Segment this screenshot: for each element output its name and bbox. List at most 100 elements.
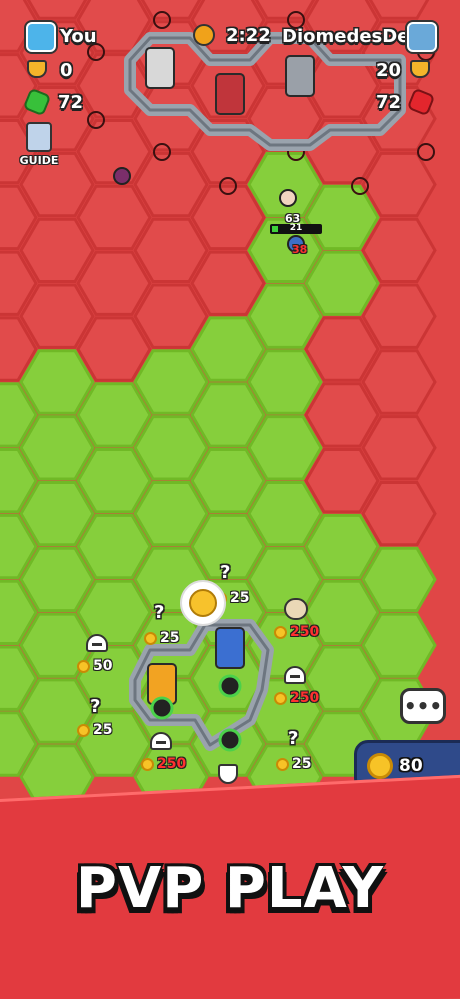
- hex-tile[interactable]: [304, 250, 380, 316]
- progress-ring: [218, 674, 242, 698]
- slot-cost[interactable]: 250: [141, 756, 186, 772]
- hex-tile[interactable]: [361, 415, 437, 481]
- enemy-cannon[interactable]: [285, 55, 315, 97]
- shield-crest-icon[interactable]: [218, 764, 238, 784]
- hex-tile[interactable]: [190, 250, 266, 316]
- slot-cost-value: 50: [93, 658, 113, 674]
- hex-tile[interactable]: [133, 217, 209, 283]
- slot-cost[interactable]: 250: [274, 624, 319, 640]
- unknown-slot-icon[interactable]: ?: [220, 562, 230, 583]
- coin-icon: [367, 753, 393, 779]
- chat-button-dots: •••: [403, 694, 443, 718]
- hex-tile[interactable]: [19, 283, 95, 349]
- hex-tile[interactable]: [76, 250, 152, 316]
- ally-health-bar: 21: [270, 223, 322, 234]
- hex-tile[interactable]: [247, 415, 323, 481]
- hex-tile[interactable]: [76, 513, 152, 580]
- ally-hp-value: 21: [289, 223, 303, 233]
- slot-cost[interactable]: 50: [77, 658, 112, 674]
- hex-tile[interactable]: [247, 349, 323, 415]
- hex-tile[interactable]: [361, 283, 437, 349]
- player-tower[interactable]: [215, 627, 245, 669]
- helmet-icon[interactable]: [86, 634, 108, 652]
- hex-tile[interactable]: [133, 415, 209, 481]
- unknown-slot-icon[interactable]: ?: [90, 696, 100, 717]
- clipboard-icon: [26, 122, 52, 152]
- hex-tile[interactable]: [190, 382, 266, 448]
- slot-cost-value: 25: [160, 630, 180, 646]
- slot-cost-value: 250: [290, 624, 320, 640]
- progress-ring: [218, 728, 242, 752]
- hex-tile[interactable]: [190, 316, 266, 382]
- player-gems: 72: [58, 92, 84, 113]
- hex-tile[interactable]: [133, 283, 209, 349]
- coin-icon: [144, 631, 157, 645]
- hex-tiles[interactable]: [0, 0, 437, 810]
- guide-button[interactable]: GUIDE: [18, 122, 60, 170]
- hex-tile[interactable]: [133, 349, 209, 415]
- hex-tile[interactable]: [304, 382, 380, 448]
- opponent-trophies: 20: [376, 60, 402, 81]
- hex-tile[interactable]: [361, 546, 437, 613]
- hex-tile[interactable]: [190, 448, 266, 514]
- stopwatch-icon: [193, 24, 215, 46]
- hex-tile[interactable]: [76, 316, 152, 382]
- coin-icon: [274, 691, 287, 705]
- enemy-soldier[interactable]: [279, 189, 297, 207]
- chat-button[interactable]: •••: [400, 688, 446, 724]
- slot-cost[interactable]: 25: [144, 630, 179, 646]
- hex-tile[interactable]: [304, 513, 380, 580]
- enemy-unit[interactable]: [113, 167, 131, 185]
- hex-tile[interactable]: [361, 612, 437, 678]
- opponent-avatar: [407, 22, 437, 52]
- slot-cost[interactable]: 25: [276, 756, 311, 772]
- hex-tile[interactable]: [190, 184, 266, 251]
- hex-tile[interactable]: [76, 184, 152, 251]
- enemy-tower[interactable]: [215, 73, 245, 115]
- hex-tile[interactable]: [304, 316, 380, 382]
- hex-tile[interactable]: [304, 184, 380, 251]
- hex-tile[interactable]: [19, 217, 95, 283]
- hex-tile[interactable]: [247, 546, 323, 613]
- hex-tile[interactable]: [76, 448, 152, 514]
- player-trophies: 0: [60, 60, 73, 81]
- coin-icon: [274, 625, 287, 639]
- player-avatar: [26, 22, 56, 52]
- hex-tile[interactable]: [361, 349, 437, 415]
- hex-tile[interactable]: [361, 151, 437, 218]
- slot-cost-value: 25: [230, 590, 250, 606]
- hex-tile[interactable]: [19, 481, 95, 547]
- trophy-icon: [410, 60, 430, 78]
- hex-tile[interactable]: [133, 481, 209, 547]
- warrior-unit-icon[interactable]: [284, 598, 308, 620]
- hex-tile[interactable]: [19, 415, 95, 481]
- hex-tile[interactable]: [76, 382, 152, 448]
- trophy-icon: [27, 60, 47, 78]
- hex-tile[interactable]: [247, 283, 323, 349]
- hex-tile[interactable]: [76, 579, 152, 645]
- coin-icon: [77, 659, 90, 673]
- devil-face-icon: [417, 143, 435, 161]
- slot-cost[interactable]: 250: [274, 690, 319, 706]
- hex-tile[interactable]: [133, 151, 209, 218]
- banner-title: PVP PLAY: [75, 856, 385, 921]
- hex-tile[interactable]: [361, 217, 437, 283]
- hex-tile[interactable]: [19, 546, 95, 613]
- hex-tile[interactable]: [247, 481, 323, 547]
- slot-cost[interactable]: 25: [77, 722, 112, 738]
- helmet-icon[interactable]: [150, 732, 172, 750]
- thinking-emoji-bubble: [180, 580, 226, 626]
- opponent-gems: 72: [376, 92, 402, 113]
- unknown-slot-icon[interactable]: ?: [288, 728, 298, 749]
- hex-tile[interactable]: [361, 481, 437, 547]
- helmet-icon[interactable]: [284, 666, 306, 684]
- unknown-slot-icon[interactable]: ?: [154, 602, 164, 623]
- hex-tile[interactable]: [19, 349, 95, 415]
- slot-cost-value: 25: [93, 722, 113, 738]
- match-timer: 2:22: [226, 25, 271, 46]
- game-screen: You 2:22 DiomedesDee 0 20 72 72 GUIDE 63…: [0, 0, 460, 999]
- enemy-target-building[interactable]: [145, 47, 175, 89]
- hex-tile[interactable]: [304, 448, 380, 514]
- slot-cost-value: 250: [290, 690, 320, 706]
- ally-level: 38: [292, 243, 308, 256]
